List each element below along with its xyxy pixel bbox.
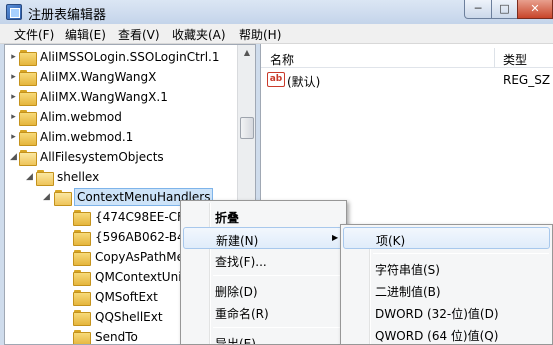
submenu-item-qword-value[interactable]: QWORD (64 位)值(Q) — [343, 323, 550, 344]
title-bar: 注册表编辑器 ─ □ ✕ — [0, 0, 553, 24]
folder-icon — [73, 270, 91, 286]
submenu-item-dword-value[interactable]: DWORD (32-位)值(D) — [343, 301, 550, 323]
tree-item-label: AliIMSSOLogin.SSOLoginCtrl.1 — [40, 50, 220, 64]
menu-help[interactable]: 帮助(H) — [239, 26, 281, 43]
menu-separator — [213, 275, 341, 276]
column-divider[interactable] — [494, 48, 495, 68]
column-header-type[interactable]: 类型 — [503, 51, 527, 68]
tree-item-label: CopyAsPathMe — [95, 250, 184, 264]
menu-item-rename[interactable]: 重命名(R) — [183, 301, 344, 323]
scroll-thumb[interactable] — [240, 117, 254, 139]
list-header: 名称 类型 — [261, 48, 553, 68]
submenu-arrow-icon: ▶ — [332, 233, 339, 242]
folder-icon — [73, 290, 91, 306]
expand-arrow-icon[interactable]: ▸ — [9, 131, 18, 143]
folder-icon — [73, 230, 91, 246]
tree-item-label: QQShellExt — [95, 310, 163, 324]
tree-item-label: AliIMX.WangWangX — [40, 70, 157, 84]
menu-bar: 文件(F) 编辑(E) 查看(V) 收藏夹(A) 帮助(H) — [0, 24, 553, 44]
expand-arrow-icon[interactable]: ▸ — [9, 111, 18, 123]
folder-icon — [73, 250, 91, 266]
tree-item-label: QMContextUni — [95, 270, 182, 284]
menu-item-find[interactable]: 查找(F)... — [183, 249, 344, 271]
expand-arrow-icon[interactable]: ▸ — [9, 71, 18, 83]
menu-item-collapse[interactable]: 折叠 — [183, 205, 344, 227]
open-folder-icon — [36, 170, 54, 186]
scroll-up-icon[interactable]: ▲ — [239, 45, 255, 61]
menu-favorites[interactable]: 收藏夹(A) — [172, 26, 226, 43]
menu-view[interactable]: 查看(V) — [118, 26, 160, 43]
regedit-app-icon — [6, 4, 22, 20]
value-name: (默认) — [287, 75, 321, 89]
menu-file[interactable]: 文件(F) — [14, 26, 54, 43]
menu-item-new[interactable]: 新建(N) ▶ — [183, 227, 344, 249]
collapse-arrow-icon[interactable]: ◢ — [42, 191, 51, 203]
collapse-arrow-icon[interactable]: ◢ — [25, 171, 34, 183]
string-value-icon: ab — [267, 72, 285, 87]
submenu-item-binary-value[interactable]: 二进制值(B) — [343, 279, 550, 301]
folder-icon — [73, 310, 91, 326]
folder-icon — [19, 70, 37, 86]
menu-separator — [373, 253, 549, 254]
close-button[interactable]: ✕ — [517, 0, 553, 19]
open-folder-icon — [54, 190, 72, 206]
value-type: REG_SZ — [503, 73, 551, 87]
menu-separator — [213, 327, 341, 328]
menu-edit[interactable]: 编辑(E) — [65, 26, 106, 43]
new-submenu: 项(K) 字符串值(S) 二进制值(B) DWORD (32-位)值(D) QW… — [340, 224, 553, 345]
tree-item-label: AllFilesystemObjects — [40, 150, 164, 164]
tree-item-label: SendTo — [95, 330, 138, 344]
context-menu: 折叠 新建(N) ▶ 查找(F)... 删除(D) 重命名(R) 导出(E) — [180, 200, 347, 345]
tree-item-label: QMSoftExt — [95, 290, 158, 304]
maximize-button[interactable]: □ — [491, 0, 518, 19]
list-item[interactable]: ab (默认) REG_SZ — [261, 71, 553, 91]
open-folder-icon — [19, 150, 37, 166]
folder-icon — [19, 110, 37, 126]
expand-arrow-icon[interactable]: ▸ — [9, 91, 18, 103]
submenu-item-string-value[interactable]: 字符串值(S) — [343, 257, 550, 279]
minimize-button[interactable]: ─ — [464, 0, 492, 19]
menu-item-delete[interactable]: 删除(D) — [183, 279, 344, 301]
collapse-arrow-icon[interactable]: ◢ — [9, 151, 18, 163]
tree-item-label: AliIMX.WangWangX.1 — [40, 90, 168, 104]
folder-icon — [19, 50, 37, 66]
tree-item-label: {474C98EE-CF3 — [95, 210, 192, 224]
window-title: 注册表编辑器 — [28, 8, 107, 23]
column-header-name[interactable]: 名称 — [270, 51, 294, 68]
tree-item-label: Alim.webmod.1 — [40, 130, 134, 144]
tree-item-label: Alim.webmod — [40, 110, 122, 124]
expand-arrow-icon[interactable]: ▸ — [9, 51, 18, 63]
tree-item-label: shellex — [57, 170, 100, 184]
folder-icon — [73, 210, 91, 226]
submenu-item-key[interactable]: 项(K) — [343, 227, 550, 249]
menu-item-export[interactable]: 导出(E) — [183, 331, 344, 344]
folder-icon — [19, 130, 37, 146]
folder-icon — [73, 330, 91, 344]
folder-icon — [19, 90, 37, 106]
